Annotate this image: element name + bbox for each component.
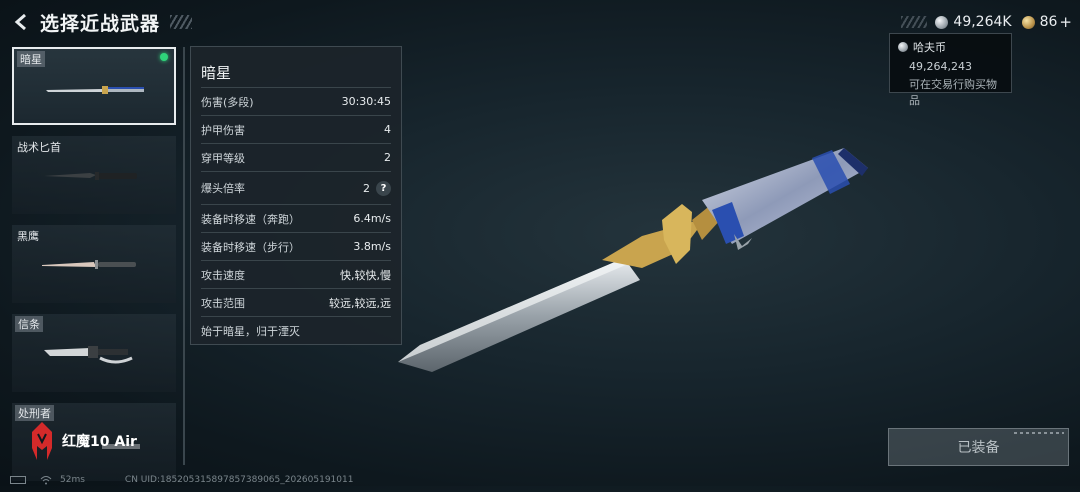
stat-value: 2 [363, 181, 370, 195]
ping-value: 52ms [60, 475, 85, 485]
stat-row-damage: 伤害(多段) 30:30:45 [201, 87, 391, 115]
stat-label: 装备时移速（步行） [201, 240, 300, 254]
weapon-card-tactical-dagger[interactable]: 战术匕首 [12, 136, 176, 214]
battery-icon [10, 476, 26, 484]
status-bar: 52ms CN UID:185205315897857389065_202605… [0, 474, 1080, 486]
stat-label: 装备时移速（奔跑） [201, 212, 300, 226]
device-watermark: 红魔10 Air [28, 420, 137, 462]
stat-value: 4 [384, 123, 391, 136]
stat-row-run-speed: 装备时移速（奔跑） 6.4m/s [201, 204, 391, 232]
red-magic-logo-icon [32, 422, 52, 460]
weapon-name: 黑鹰 [17, 230, 39, 243]
weapon-list-scrollbar[interactable] [183, 47, 185, 465]
help-icon[interactable]: ? [376, 180, 391, 196]
stat-row-penetration: 穿甲等级 2 [201, 143, 391, 171]
user-uid: CN UID:185205315897857389065_20260519101… [124, 475, 354, 485]
havoc-coin-icon [898, 42, 908, 52]
stat-value: 快,较快,慢 [340, 268, 391, 282]
creed-thumbnail-icon [44, 346, 133, 364]
gold-coin-icon [1021, 15, 1035, 29]
page-title: 选择近战武器 [40, 12, 161, 35]
stat-row-attack-range: 攻击范围 较远,较远,远 [201, 288, 391, 316]
stat-row-headshot: 爆头倍率 2 ? [201, 171, 391, 204]
stat-value-group: 2 ? [363, 180, 391, 196]
tooltip-amount: 49,264,243 [909, 60, 972, 73]
stat-row-armor-damage: 护甲伤害 4 [201, 115, 391, 143]
equipped-button[interactable]: 已装备 [888, 428, 1069, 466]
stat-value: 较远,较远,远 [329, 296, 391, 310]
katana-thumbnail-icon [46, 86, 144, 94]
button-decoration [1014, 432, 1064, 434]
stat-value: 2 [384, 151, 391, 164]
dagger-thumbnail-icon [44, 172, 137, 180]
header: 选择近战武器 [10, 8, 193, 36]
currency-decoration [901, 16, 928, 28]
tooltip-description: 可在交易行购买物品 [909, 78, 997, 107]
stat-row-attack-speed: 攻击速度 快,较快,慢 [201, 260, 391, 288]
add-currency-button[interactable]: + [1059, 13, 1072, 31]
title-decoration [170, 15, 193, 29]
equipped-indicator-icon [160, 53, 168, 61]
back-arrow-icon[interactable] [10, 11, 32, 33]
currency-bar: 49,264K 86 + [901, 12, 1072, 32]
stat-value: 30:30:45 [341, 95, 391, 108]
equipped-button-label: 已装备 [957, 440, 1000, 456]
stat-value: 3.8m/s [353, 240, 391, 253]
weapon-stats-panel: 暗星 伤害(多段) 30:30:45 护甲伤害 4 穿甲等级 2 爆头倍率 2 … [190, 46, 402, 345]
weapon-name: 战术匕首 [17, 141, 61, 154]
gold-coin-value[interactable]: 86 [1040, 14, 1058, 30]
weapon-name: 信条 [15, 316, 43, 332]
black-hawk-thumbnail-icon [42, 260, 136, 269]
wifi-icon [40, 476, 52, 485]
weapon-card-anxing[interactable]: 暗星 [12, 47, 176, 125]
weapon-flavor-text: 始于暗星，归于湮灭 [201, 316, 391, 345]
tooltip-title: 哈夫币 [913, 41, 946, 54]
stats-weapon-name: 暗星 [201, 64, 232, 82]
stat-value: 6.4m/s [353, 212, 391, 225]
currency-tooltip: 哈夫币 49,264,243 可在交易行购买物品 [889, 33, 1012, 107]
weapon-card-creed[interactable]: 信条 [12, 314, 176, 392]
watermark-text: 红魔10 Air [62, 434, 137, 450]
stat-label: 攻击速度 [201, 268, 245, 282]
havoc-coin-value[interactable]: 49,264K [953, 14, 1011, 30]
stat-label: 伤害(多段) [201, 95, 254, 109]
stat-label: 爆头倍率 [201, 182, 245, 195]
katana-preview-image[interactable] [392, 140, 880, 380]
stat-label: 攻击范围 [201, 296, 245, 310]
stat-row-walk-speed: 装备时移速（步行） 3.8m/s [201, 232, 391, 260]
havoc-coin-icon [935, 15, 949, 29]
weapon-name: 暗星 [17, 51, 45, 67]
weapon-card-black-hawk[interactable]: 黑鹰 [12, 225, 176, 303]
tooltip-title-row: 哈夫币 [898, 39, 1003, 55]
weapon-name: 处刑者 [15, 405, 54, 421]
stat-label: 护甲伤害 [201, 123, 245, 137]
stat-label: 穿甲等级 [201, 151, 245, 165]
